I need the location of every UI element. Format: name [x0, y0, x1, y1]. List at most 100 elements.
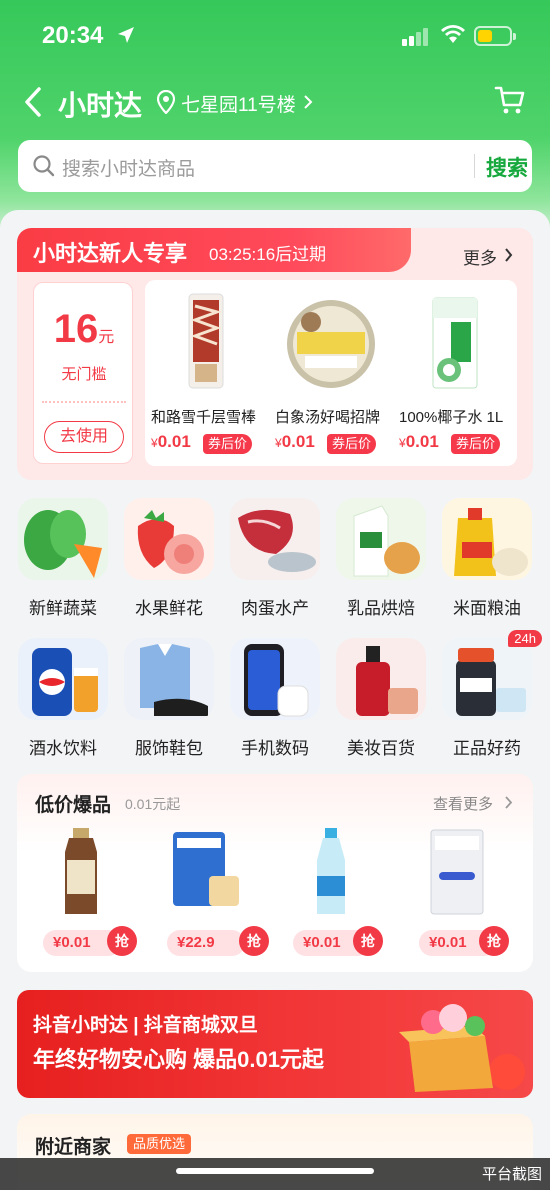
search-input[interactable]: 搜索小时达商品: [62, 154, 195, 181]
search-button[interactable]: 搜索: [486, 152, 528, 182]
top-nav: 小时达 七星园11号楼: [0, 80, 550, 126]
coconut-water-image: [432, 297, 478, 389]
deal-item[interactable]: ¥0.01 抢: [269, 826, 393, 966]
coupon-price-tag: 券后价: [451, 434, 501, 454]
promo-title: 小时达新人专享: [33, 241, 188, 266]
bottom-overlay: 平台截图: [0, 1158, 550, 1190]
cart-icon[interactable]: [494, 84, 526, 116]
deals-more-link[interactable]: 查看更多: [433, 793, 493, 814]
cellular-signal-icon: [402, 28, 428, 46]
category-label: 米面粮油: [453, 599, 521, 618]
vegetables-icon: [18, 498, 108, 580]
coupon-amount: 16元: [53, 307, 115, 351]
coupon-card[interactable]: 16元 无门槛 去使用: [33, 282, 133, 464]
promo-header: 小时达新人专享 03:25:16后过期: [17, 228, 411, 272]
hairpin-pack-image: [430, 829, 484, 915]
grab-button[interactable]: 抢: [239, 926, 269, 956]
deal-item[interactable]: ¥22.9 抢: [143, 826, 269, 966]
drinks-icon: [18, 638, 108, 720]
grab-button[interactable]: 抢: [479, 926, 509, 956]
status-bar: 20:34: [0, 0, 550, 72]
promo-product[interactable]: 和路雪千层雪棒 ¥0.01 券后价: [145, 280, 269, 466]
category-vegetables[interactable]: 新鲜蔬菜: [10, 498, 116, 628]
noodle-bowl-image: [287, 300, 375, 388]
promo-products: 和路雪千层雪棒 ¥0.01 券后价 白象汤好喝招牌 ¥0.01 券后价 100%…: [145, 280, 517, 466]
promo-product[interactable]: 100%椰子水 1L ¥0.01 券后价: [393, 280, 517, 466]
location-pin-icon[interactable]: [157, 90, 175, 114]
back-icon[interactable]: [22, 86, 44, 118]
watermark: 平台截图: [481, 1166, 542, 1183]
category-label: 乳品烘焙: [347, 599, 415, 618]
category-label: 美妆百货: [347, 739, 415, 758]
meat-seafood-icon: [230, 498, 320, 580]
promo-more-link[interactable]: 更多: [463, 244, 497, 269]
phone-digital-icon: [230, 638, 320, 720]
tea-bottle-image: [65, 828, 97, 914]
medicine-icon: [442, 638, 532, 720]
category-pharmacy[interactable]: 24h 正品好药: [434, 630, 542, 768]
new-user-promo: 小时达新人专享 03:25:16后过期 更多 16元 无门槛 去使用 和路雪千层…: [17, 228, 533, 480]
deal-item[interactable]: ¥0.01 抢: [19, 826, 143, 966]
nearby-title: 附近商家: [35, 1137, 112, 1158]
chevron-right-icon[interactable]: [303, 94, 313, 110]
search-icon: [33, 155, 55, 177]
soda-bottle-image: [317, 828, 345, 914]
category-grid: 新鲜蔬菜 水果鲜花 肉蛋水产 乳品烘焙 米面粮油 酒水饮料 服饰鞋包 手机数码 …: [10, 498, 542, 768]
product-name: 100%椰子水 1L: [399, 409, 504, 426]
fruits-flowers-icon: [124, 498, 214, 580]
chevron-right-icon[interactable]: [505, 796, 513, 809]
coupon-price-tag: 券后价: [327, 434, 377, 454]
search-bar[interactable]: 搜索小时达商品 搜索: [18, 140, 532, 192]
gift-box-illustration: [399, 1004, 525, 1092]
page-title: 小时达: [58, 90, 143, 121]
rice-oil-icon: [442, 498, 532, 580]
crackers-image: [173, 832, 239, 906]
deals-title: 低价爆品: [35, 795, 112, 816]
24h-badge: 24h: [508, 630, 542, 647]
promo-timer: 03:25:16后过期: [209, 245, 327, 264]
location-arrow-icon: [118, 27, 134, 43]
category-apparel[interactable]: 服饰鞋包: [116, 638, 222, 768]
grab-button[interactable]: 抢: [107, 926, 137, 956]
chevron-right-icon[interactable]: [504, 248, 513, 262]
category-label: 手机数码: [241, 739, 309, 758]
category-meat[interactable]: 肉蛋水产: [222, 498, 328, 628]
category-grain-oil[interactable]: 米面粮油: [434, 498, 540, 628]
category-drinks[interactable]: 酒水饮料: [10, 638, 116, 768]
deal-price: ¥22.9: [167, 930, 245, 956]
product-price: ¥0.01: [151, 432, 191, 451]
search-divider: [474, 154, 475, 178]
category-fruits[interactable]: 水果鲜花: [116, 498, 222, 628]
category-label: 酒水饮料: [29, 739, 97, 758]
deal-item[interactable]: ¥0.01 抢: [395, 826, 519, 966]
promo-product[interactable]: 白象汤好喝招牌 ¥0.01 券后价: [269, 280, 393, 466]
status-time: 20:34: [42, 22, 104, 49]
coupon-divider: [42, 401, 126, 403]
delivery-address[interactable]: 七星园11号楼: [181, 90, 296, 117]
beauty-icon: [336, 638, 426, 720]
category-label: 服饰鞋包: [135, 739, 203, 758]
wifi-icon: [441, 25, 465, 43]
promo-banner[interactable]: 抖音小时达 | 抖音商城双旦 年终好物安心购 爆品0.01元起: [17, 990, 533, 1098]
battery-icon: [474, 26, 516, 46]
category-beauty[interactable]: 美妆百货: [328, 638, 434, 768]
product-name: 白象汤好喝招牌: [275, 409, 381, 426]
product-price: ¥0.01: [275, 432, 315, 451]
banner-brand: 抖音小时达 | 抖音商城双旦: [33, 1015, 258, 1036]
category-dairy[interactable]: 乳品烘焙: [328, 498, 434, 628]
low-price-deals: 低价爆品 0.01元起 查看更多 ¥0.01 抢 ¥22.9 抢 ¥0.01 抢: [17, 774, 533, 972]
category-label: 新鲜蔬菜: [29, 599, 97, 618]
grab-button[interactable]: 抢: [353, 926, 383, 956]
product-price: ¥0.01: [399, 432, 439, 451]
home-indicator[interactable]: [176, 1168, 374, 1174]
category-label: 肉蛋水产: [241, 599, 309, 618]
deals-subtitle: 0.01元起: [125, 796, 181, 812]
category-label: 水果鲜花: [135, 599, 203, 618]
product-name: 和路雪千层雪棒: [151, 409, 257, 426]
category-label: 正品好药: [453, 739, 521, 758]
quality-tag: 品质优选: [127, 1134, 192, 1154]
use-coupon-button[interactable]: 去使用: [44, 421, 124, 453]
coupon-condition: 无门槛: [61, 366, 107, 383]
apparel-shoes-icon: [124, 638, 214, 720]
category-digital[interactable]: 手机数码: [222, 638, 328, 768]
